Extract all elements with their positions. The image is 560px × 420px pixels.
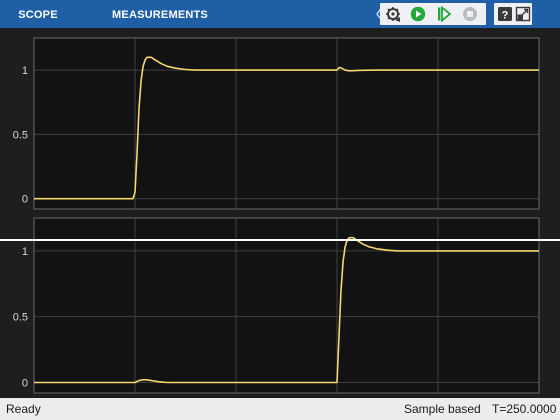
tab-measurements[interactable]: MEASUREMENTS: [108, 0, 212, 28]
help-button[interactable]: ?: [496, 3, 514, 25]
y-tick-label: 1: [22, 65, 28, 77]
undock-button[interactable]: [514, 3, 532, 25]
configuration-button[interactable]: [384, 3, 402, 25]
tab-scope[interactable]: SCOPE: [8, 0, 68, 28]
run-icon: [410, 6, 426, 22]
axes-divider: [0, 239, 560, 241]
help-icon: ?: [498, 7, 512, 22]
lower-axes[interactable]: 00.51050100150200250: [13, 217, 548, 413]
scope-plots: 00.51 00.51050100150200250: [13, 37, 548, 413]
axes-background: [34, 218, 539, 393]
configuration-icon: [386, 7, 400, 22]
simulation-time: T=250.0000: [492, 402, 557, 416]
scope-display: 00.51 00.51050100150200250: [0, 28, 560, 413]
help-controls: ?: [494, 3, 532, 25]
y-tick-label: 0: [22, 377, 28, 389]
step-forward-button[interactable]: [435, 3, 453, 25]
stop-button[interactable]: [461, 3, 479, 25]
run-button[interactable]: [409, 3, 427, 25]
step-forward-icon: [438, 6, 452, 22]
undock-icon: [515, 6, 531, 22]
y-tick-label: 0: [22, 194, 28, 206]
scope-toolstrip: SCOPE MEASUREMENTS ?: [0, 0, 560, 28]
y-tick-label: 0.5: [13, 129, 28, 141]
upper-axes[interactable]: 00.51: [13, 37, 540, 210]
svg-text:?: ?: [502, 10, 509, 22]
simulation-controls: [380, 3, 486, 25]
status-text: Ready: [6, 402, 41, 416]
y-tick-label: 0.5: [13, 312, 28, 324]
status-bar: Ready Sample based T=250.0000: [0, 398, 560, 420]
sample-mode: Sample based: [404, 402, 481, 416]
axes-background: [34, 38, 539, 209]
y-tick-label: 1: [22, 246, 28, 258]
stop-icon: [463, 7, 477, 21]
